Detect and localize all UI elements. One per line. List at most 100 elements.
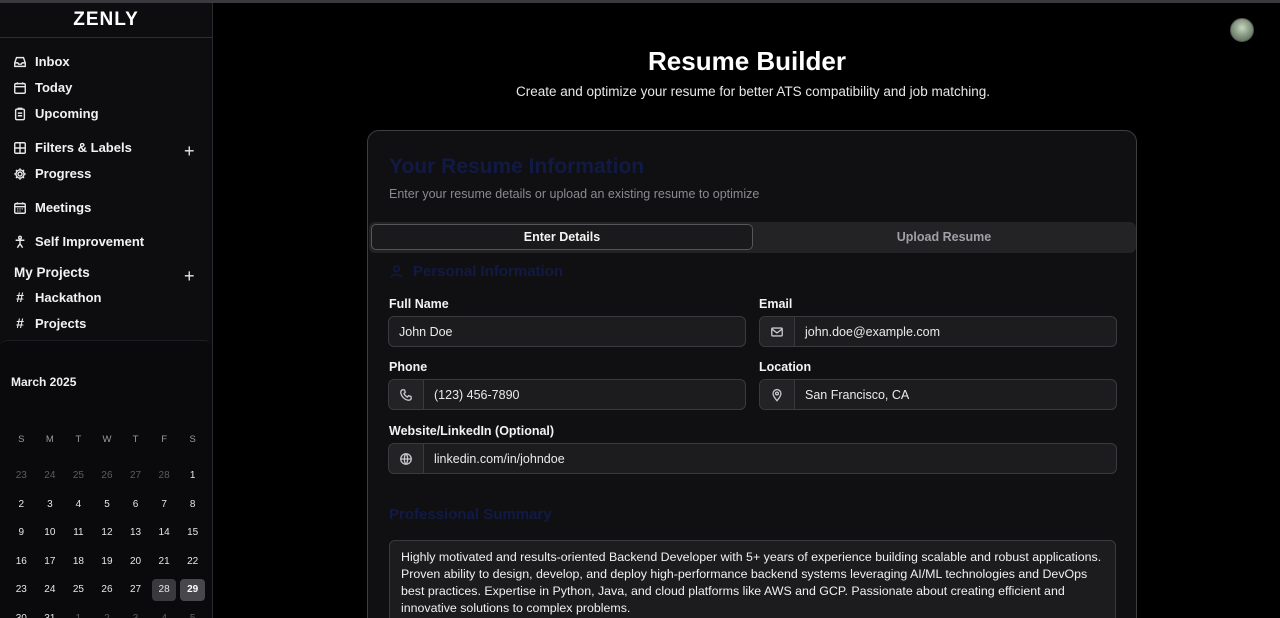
calendar-day[interactable]: 12 (93, 519, 122, 548)
calendar-day[interactable]: 28 (151, 578, 177, 601)
calendar-day[interactable]: 1 (64, 604, 93, 618)
full-name-field[interactable]: John Doe (388, 316, 746, 347)
full-name-label: Full Name (389, 297, 449, 311)
calendar-day[interactable]: 23 (7, 576, 36, 605)
location-label: Location (759, 360, 812, 374)
sidebar-item-label: Today (35, 80, 73, 95)
location-field[interactable]: San Francisco, CA (759, 379, 1117, 410)
sidebar-item-label: Projects (35, 315, 87, 331)
calendar-day[interactable]: 28 (150, 462, 179, 491)
calendar-day[interactable]: 9 (7, 519, 36, 548)
calendar-day[interactable]: 21 (150, 547, 179, 576)
sidebar-item-self-improvement[interactable]: Self Improvement (13, 234, 144, 249)
email-value: john.doe@example.com (805, 324, 940, 339)
hash-icon: # (16, 289, 24, 305)
avatar[interactable] (1230, 18, 1254, 42)
calendar-day[interactable]: 26 (93, 462, 122, 491)
weekday-header: F (161, 433, 167, 445)
card-description: Enter your resume details or upload an e… (389, 187, 760, 201)
calendar-day[interactable]: 1 (178, 462, 207, 491)
calendar-day[interactable]: 3 (36, 490, 65, 519)
calendar-day[interactable]: 19 (93, 547, 122, 576)
page-subtitle: Create and optimize your resume for bett… (516, 84, 990, 99)
calendar-day[interactable]: 4 (150, 604, 179, 618)
add-filter-button[interactable]: + (184, 142, 195, 160)
section-label: Personal Information (413, 263, 564, 280)
map-pin-icon (772, 388, 782, 402)
calendar-day[interactable]: 7 (150, 490, 179, 519)
sidebar-item-label: Self Improvement (35, 234, 145, 249)
calendar-day[interactable]: 10 (36, 519, 65, 548)
tab-upload-resume[interactable]: Upload Resume (755, 224, 1133, 250)
my-projects-heading: My Projects (14, 265, 90, 280)
email-field[interactable]: john.doe@example.com (759, 316, 1117, 347)
calendar-day[interactable]: 27 (121, 462, 150, 491)
calendar-day[interactable]: 5 (178, 604, 207, 618)
sidebar-item-progress[interactable]: Progress (13, 166, 91, 181)
calendar-day[interactable]: 14 (150, 519, 179, 548)
weekday-header: W (102, 433, 112, 445)
sidebar-item-label: Hackathon (35, 289, 102, 305)
sidebar-item-projects[interactable]: # Projects (13, 315, 86, 331)
calendar-day[interactable]: 22 (178, 547, 207, 576)
hash-icon: # (16, 315, 24, 331)
sidebar-item-label: Filters & Labels (35, 140, 132, 155)
sidebar-item-meetings[interactable]: Meetings (13, 200, 91, 215)
page-title: Resume Builder (648, 46, 846, 76)
calendar-days-icon (14, 201, 26, 214)
calendar-day[interactable]: 17 (36, 547, 65, 576)
clipboard-icon (14, 107, 26, 120)
calendar-day[interactable]: 27 (121, 576, 150, 605)
calendar-day[interactable]: 30 (7, 604, 36, 618)
calendar-grid: S M T W T F S 23 24 25 26 27 28 1 2 3 4 5 6 7 8 9 10 11 12 13 14 15… (7, 433, 207, 618)
calendar-day[interactable]: 11 (64, 519, 93, 548)
calendar-day[interactable]: 23 (7, 462, 36, 491)
inbox-icon (14, 56, 26, 67)
calendar-day[interactable]: 18 (64, 547, 93, 576)
calendar-day[interactable]: 20 (121, 547, 150, 576)
calendar-day[interactable]: 15 (178, 519, 207, 548)
website-label: Website/LinkedIn (Optional) (389, 424, 555, 438)
weekday-header: S (18, 433, 25, 445)
calendar-day[interactable]: 13 (121, 519, 150, 548)
add-project-button[interactable]: + (184, 267, 195, 285)
resume-info-card: Your Resume Information Enter your resum… (367, 130, 1137, 618)
calendar-month-title: March 2025 (11, 375, 77, 389)
calendar-day[interactable]: 3 (121, 604, 150, 618)
weekday-header: S (189, 433, 196, 445)
phone-field[interactable]: (123) 456-7890 (388, 379, 746, 410)
grid-icon (14, 141, 26, 154)
sidebar-item-upcoming[interactable]: Upcoming (13, 106, 99, 121)
sidebar-item-hackathon[interactable]: # Hackathon (13, 289, 101, 305)
gear-icon (14, 167, 26, 180)
calendar-day[interactable]: 25 (64, 576, 93, 605)
calendar-day[interactable]: 29 (180, 578, 205, 601)
calendar-day[interactable]: 2 (7, 490, 36, 519)
calendar-day[interactable]: 6 (121, 490, 150, 519)
calendar-day[interactable]: 2 (93, 604, 122, 618)
calendar-day[interactable]: 31 (36, 604, 65, 618)
user-icon (390, 265, 403, 278)
app-logo[interactable]: ZENLY (0, 3, 212, 38)
calendar-day[interactable]: 25 (64, 462, 93, 491)
calendar-day[interactable]: 16 (7, 547, 36, 576)
phone-label: Phone (389, 360, 428, 374)
sidebar-item-today[interactable]: Today (13, 80, 72, 95)
calendar-day[interactable]: 5 (93, 490, 122, 519)
card-title: Your Resume Information (389, 155, 645, 178)
sidebar-item-inbox[interactable]: Inbox (13, 54, 70, 69)
website-field[interactable]: linkedin.com/in/johndoe (388, 443, 1117, 474)
calendar-day[interactable]: 24 (36, 462, 65, 491)
sidebar-item-filters-labels[interactable]: Filters & Labels (13, 140, 132, 155)
section-label: Professional Summary (389, 506, 552, 523)
sidebar-item-label: Inbox (35, 54, 70, 69)
calendar-day[interactable]: 8 (178, 490, 207, 519)
calendar-icon (14, 81, 26, 94)
calendar-day[interactable]: 26 (93, 576, 122, 605)
calendar-day[interactable]: 4 (64, 490, 93, 519)
phone-value: (123) 456-7890 (434, 387, 520, 402)
professional-summary-textarea[interactable]: Highly motivated and results-oriented Ba… (389, 540, 1116, 618)
phone-addon (389, 380, 424, 409)
calendar-day[interactable]: 24 (36, 576, 65, 605)
tab-enter-details[interactable]: Enter Details (371, 224, 753, 250)
